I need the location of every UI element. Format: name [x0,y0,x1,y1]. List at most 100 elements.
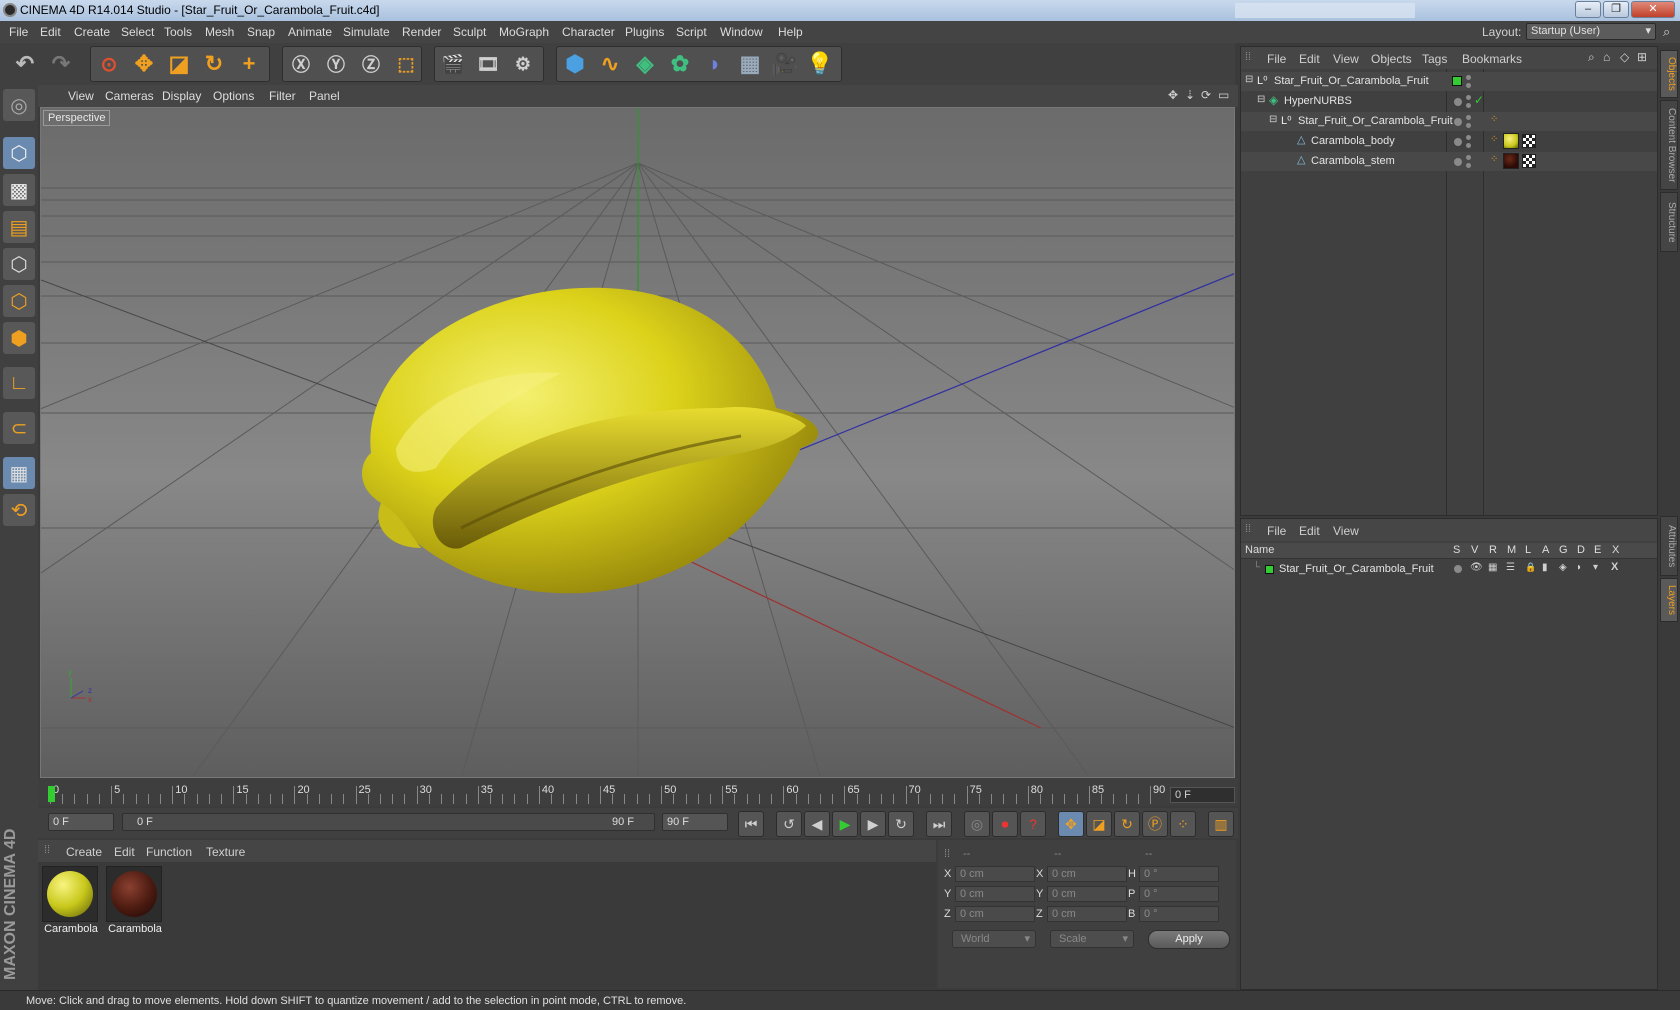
layer-col-expressions[interactable]: E [1594,544,1601,556]
coord-value-field[interactable]: 0 cm [955,866,1035,882]
vp-menu-view[interactable]: View [68,89,94,103]
new-window-icon[interactable]: ⊞ [1637,50,1647,64]
minimize-button[interactable]: – [1575,1,1601,18]
coord-value-field[interactable]: 0 cm [955,906,1035,922]
snap-magnet-icon[interactable]: ⊂ [3,412,35,444]
key-rotation-icon[interactable]: ↻ [1114,811,1140,837]
maximize-view-icon[interactable]: ▭ [1218,88,1229,102]
y-axis-icon[interactable]: Ⓨ [319,47,353,81]
menu-select[interactable]: Select [121,25,154,39]
layer-menu-edit[interactable]: Edit [1299,524,1320,538]
home-icon[interactable]: ⌂ [1603,50,1610,64]
layer-col-locked[interactable]: L [1525,544,1531,556]
live-selection-icon[interactable]: ⊙ [92,47,126,81]
manager-toggle-icon[interactable]: ☰ [1506,562,1515,573]
obj-menu-file[interactable]: File [1267,52,1286,66]
mat-menu-create[interactable]: Create [66,845,102,859]
goto-next-key-icon[interactable]: ↻ [888,811,914,837]
prev-frame-icon[interactable]: ◀ [804,811,830,837]
obj-menu-bookmarks[interactable]: Bookmarks [1462,52,1522,66]
layer-menu-view[interactable]: View [1333,524,1359,538]
start-frame-field[interactable]: 0 F [48,813,114,831]
pan-view-icon[interactable]: ✥ [1168,88,1178,102]
view-toggle-icon[interactable]: 👁 [1470,562,1483,573]
x-axis-icon[interactable]: Ⓧ [284,47,318,81]
coord-value-field[interactable]: 0 ° [1139,886,1219,902]
layer-color-icon[interactable] [1452,76,1462,86]
mat-menu-texture[interactable]: Texture [206,845,245,859]
layer-row[interactable]: └ Star_Fruit_Or_Carambola_Fruit 👁 ▦ ☰ 🔒 … [1241,560,1657,579]
maximize-button[interactable]: ❐ [1603,1,1629,18]
search-icon[interactable]: ⌕ [1663,24,1670,40]
goto-prev-key-icon[interactable]: ↺ [776,811,802,837]
expression-toggle-icon[interactable]: ▾ [1593,562,1598,573]
frame-range-slider[interactable]: 0 F 90 F [122,813,655,831]
vp-menu-display[interactable]: Display [162,89,201,103]
menu-window[interactable]: Window [720,25,763,39]
render-visibility-dot[interactable] [1466,143,1471,148]
z-axis-icon[interactable]: Ⓩ [354,47,388,81]
perspective-viewport[interactable]: y z x Perspective [40,107,1235,778]
cube-icon[interactable]: ⬢ [558,47,592,81]
material-swatch[interactable]: Carambola [106,866,164,938]
editor-visibility-dot[interactable] [1466,75,1471,80]
floor-icon[interactable]: ▦ [733,47,767,81]
workplane-mode-icon[interactable]: ▤ [3,211,35,243]
rotate-tool-icon[interactable]: ↻ [197,47,231,81]
object-row[interactable]: ⊟ L⁰ Star_Fruit_Or_Carambola_Fruit [1241,72,1657,91]
coord-value-field[interactable]: 0 ° [1139,906,1219,922]
vp-menu-panel[interactable]: Panel [309,89,340,103]
menu-animate[interactable]: Animate [288,25,332,39]
goto-end-icon[interactable]: ⏭ [926,811,952,837]
menu-simulate[interactable]: Simulate [343,25,390,39]
coord-value-field[interactable]: 0 cm [1047,906,1127,922]
key-parameter-icon[interactable]: Ⓟ [1142,811,1168,837]
menu-character[interactable]: Character [562,25,615,39]
layer-col-view[interactable]: V [1471,544,1478,556]
vp-menu-cameras[interactable]: Cameras [105,89,154,103]
object-row[interactable]: ⊟ L⁰ Star_Fruit_Or_Carambola_Fruit ⁘ [1241,112,1657,131]
tab-layers[interactable]: Layers [1660,578,1678,622]
layer-col-render[interactable]: R [1489,544,1497,556]
material-tag-yellow[interactable] [1503,133,1519,149]
coordinate-space-dropdown[interactable]: World ▾ [952,930,1036,948]
create-object-icon[interactable]: + [232,47,266,81]
layer-menu-file[interactable]: File [1267,524,1286,538]
xref-toggle-icon[interactable]: X [1611,561,1618,573]
render-settings-icon[interactable]: ⚙ [506,47,540,81]
obj-menu-view[interactable]: View [1333,52,1359,66]
layout-select[interactable]: Startup (User) ▾ [1526,23,1656,40]
uvw-tag-icon[interactable] [1522,154,1536,168]
vp-menu-filter[interactable]: Filter [269,89,296,103]
menu-create[interactable]: Create [74,25,110,39]
nurbs-icon[interactable]: ◈ [628,47,662,81]
phong-tag-icon[interactable]: ⁘ [1490,154,1498,165]
coord-value-field[interactable]: 0 cm [955,886,1035,902]
navigate-icon[interactable]: ◇ [1620,50,1629,64]
obj-menu-tags[interactable]: Tags [1422,52,1447,66]
workplane-lock-icon[interactable]: ▦ [3,457,35,489]
layer-solo-dot[interactable] [1454,565,1462,573]
tab-objects[interactable]: Objects [1660,50,1678,98]
render-toggle-icon[interactable]: ▦ [1488,562,1497,573]
keyframe-selection-icon[interactable]: ? [1020,811,1046,837]
playhead[interactable] [48,786,55,802]
apply-button[interactable]: Apply [1148,930,1230,949]
uvw-tag-icon[interactable] [1522,134,1536,148]
record-keys-icon[interactable]: ◎ [964,811,990,837]
object-row[interactable]: △ Carambola_body ⁘ [1241,132,1657,151]
current-frame-field[interactable]: 0 F [1170,787,1235,803]
material-tag-brown[interactable] [1503,153,1519,169]
axis-mode-icon[interactable]: ∟ [3,367,35,399]
render-visibility-dot[interactable] [1466,163,1471,168]
mat-menu-function[interactable]: Function [146,845,192,859]
scale-mode-dropdown[interactable]: Scale ▾ [1050,930,1134,948]
editor-visibility-dot[interactable] [1466,135,1471,140]
animation-toggle-icon[interactable]: ▮ [1542,562,1548,573]
array-icon[interactable]: ✿ [663,47,697,81]
menu-mograph[interactable]: MoGraph [499,25,549,39]
points-mode-icon[interactable]: ⬡ [3,248,35,280]
make-editable-icon[interactable]: ◎ [3,89,35,121]
polygons-mode-icon[interactable]: ⬢ [3,322,35,354]
timeline-window-icon[interactable]: ▥ [1208,811,1234,837]
